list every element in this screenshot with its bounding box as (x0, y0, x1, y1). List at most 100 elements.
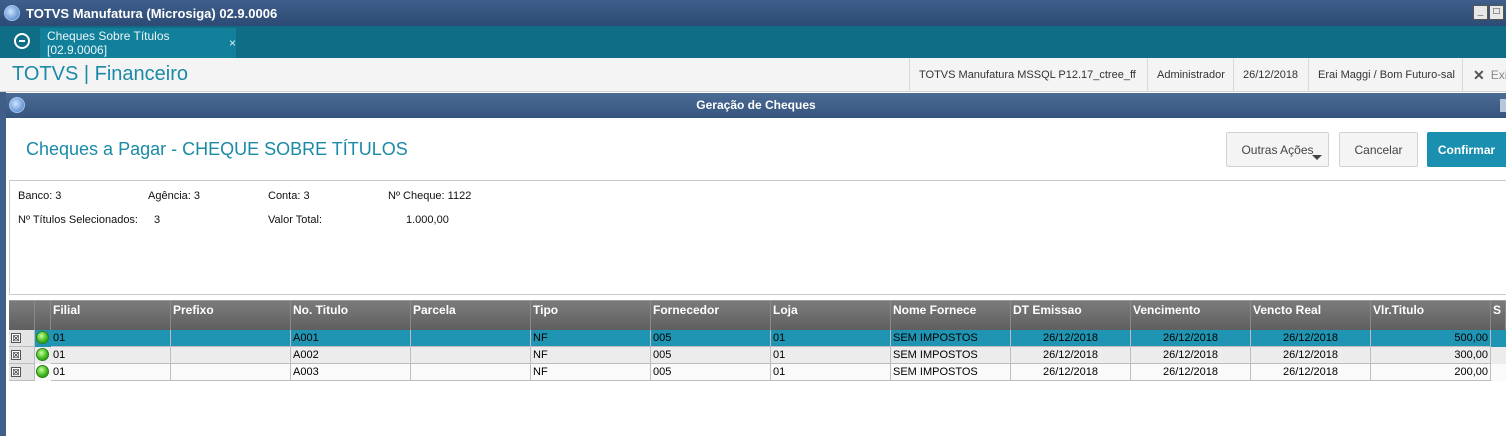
col-vlr-titulo[interactable]: Vlr.Titulo (1371, 301, 1491, 330)
company-info: Erai Maggi / Bom Futuro-sal (1308, 58, 1464, 92)
environment-info: TOTVS Manufatura MSSQL P12.17_ctree_ff (909, 58, 1145, 92)
status-green-icon (36, 365, 49, 378)
col-prefixo[interactable]: Prefixo (171, 301, 291, 330)
tab-label: Cheques Sobre Títulos [02.9.0006] (47, 29, 170, 57)
cell-loja: 01 (771, 330, 891, 347)
confirm-button[interactable]: Confirmar (1427, 132, 1506, 167)
grid-header: Filial Prefixo No. Titulo Parcela Tipo F… (9, 301, 1506, 330)
cell-filial: 01 (51, 330, 171, 347)
conta-label: Conta: 3 (268, 190, 310, 202)
user-info: Administrador (1147, 58, 1234, 92)
row-select-cell[interactable]: ⊠ (9, 347, 35, 364)
col-parcela[interactable]: Parcela (411, 301, 531, 330)
col-fornecedor[interactable]: Fornecedor (651, 301, 771, 330)
maximize-button[interactable]: □ (1489, 5, 1504, 20)
close-icon: ✕ (1473, 66, 1485, 83)
col-dt-emissao[interactable]: DT Emissao (1011, 301, 1131, 330)
cancel-button[interactable]: Cancelar (1339, 132, 1418, 167)
close-tab-icon[interactable]: × (229, 36, 236, 50)
row-checkbox[interactable]: ⊠ (11, 350, 21, 360)
table-row[interactable]: ⊠ 01 A003 NF 005 01 SEM IMPOSTOS 26/12/2… (9, 364, 1506, 381)
cell-prefixo (171, 364, 291, 381)
cell-emissao: 26/12/2018 (1011, 364, 1131, 381)
chevron-down-icon (1312, 155, 1322, 160)
status-green-icon (36, 331, 49, 344)
app-logo-icon (4, 5, 20, 21)
selected-titles-label: Nº Títulos Selecionados: (18, 214, 138, 226)
cell-filial: 01 (51, 364, 171, 381)
logout-button[interactable]: ✕ Exi (1462, 58, 1506, 92)
app-header: TOTVS | Financeiro TOTVS Manufatura MSSQ… (0, 58, 1506, 92)
col-vencto-real[interactable]: Vencto Real (1251, 301, 1371, 330)
window-title: TOTVS Manufatura (Microsiga) 02.9.0006 (26, 5, 278, 21)
cell-valor: 300,00 (1371, 347, 1491, 364)
cell-loja: 01 (771, 347, 891, 364)
cell-parcela (411, 330, 531, 347)
cell-tipo: NF (531, 364, 651, 381)
col-no-titulo[interactable]: No. Titulo (291, 301, 411, 330)
cell-prefixo (171, 347, 291, 364)
row-checkbox[interactable]: ⊠ (11, 333, 21, 343)
dialog-title: Geração de Cheques (696, 98, 816, 112)
cell-vencto-real: 26/12/2018 (1251, 364, 1371, 381)
row-select-cell[interactable]: ⊠ (9, 330, 35, 347)
cheque-number-label: Nº Cheque: 1122 (388, 190, 472, 202)
cell-emissao: 26/12/2018 (1011, 347, 1131, 364)
col-tipo[interactable]: Tipo (531, 301, 651, 330)
cell-tipo: NF (531, 347, 651, 364)
agencia-label: Agência: 3 (148, 190, 200, 202)
dialog-border (0, 92, 6, 436)
home-icon[interactable] (14, 33, 30, 49)
col-s[interactable]: S (1491, 301, 1506, 330)
other-actions-label: Outras Ações (1241, 142, 1314, 157)
col-filial[interactable]: Filial (51, 301, 171, 330)
cell-prefixo (171, 330, 291, 347)
col-vencimento[interactable]: Vencimento (1131, 301, 1251, 330)
status-green-icon (36, 348, 49, 361)
cell-nome: SEM IMPOSTOS (891, 364, 1011, 381)
row-select-cell[interactable]: ⊠ (9, 364, 35, 381)
other-actions-button[interactable]: Outras Ações (1226, 132, 1329, 167)
module-title: TOTVS | Financeiro (12, 63, 188, 85)
cell-parcela (411, 364, 531, 381)
table-row[interactable]: ⊠ 01 A001 NF 005 01 SEM IMPOSTOS 26/12/2… (9, 330, 1506, 347)
total-value-label: Valor Total: (268, 214, 323, 226)
row-checkbox[interactable]: ⊠ (11, 367, 21, 377)
total-value: 1.000,00 (406, 214, 449, 226)
page-title: Cheques a Pagar - CHEQUE SOBRE TÍTULOS (26, 139, 408, 159)
cheque-info-panel: Banco: 3 Agência: 3 Conta: 3 Nº Cheque: … (9, 180, 1506, 295)
cell-titulo: A003 (291, 364, 411, 381)
date-info: 26/12/2018 (1233, 58, 1307, 92)
cell-vencimento: 26/12/2018 (1131, 330, 1251, 347)
cell-parcela (411, 347, 531, 364)
dialog-logo-icon (9, 97, 25, 113)
cell-titulo: A002 (291, 347, 411, 364)
grid-header-select[interactable] (9, 301, 35, 330)
grid-header-status[interactable] (35, 301, 51, 330)
table-row[interactable]: ⊠ 01 A002 NF 005 01 SEM IMPOSTOS 26/12/2… (9, 347, 1506, 364)
cell-vencto-real: 26/12/2018 (1251, 347, 1371, 364)
cell-fornecedor: 005 (651, 364, 771, 381)
cell-nome: SEM IMPOSTOS (891, 330, 1011, 347)
cell-valor: 200,00 (1371, 364, 1491, 381)
window-titlebar: TOTVS Manufatura (Microsiga) 02.9.0006 _… (0, 0, 1506, 26)
tab-cheques-sobre-titulos[interactable]: Cheques Sobre Títulos [02.9.0006] × (40, 28, 236, 58)
logout-label: Exi (1490, 68, 1506, 82)
cell-vencto-real: 26/12/2018 (1251, 330, 1371, 347)
cell-loja: 01 (771, 364, 891, 381)
cell-tipo: NF (531, 330, 651, 347)
cell-nome: SEM IMPOSTOS (891, 347, 1011, 364)
cell-vencimento: 26/12/2018 (1131, 347, 1251, 364)
minimize-button[interactable]: _ (1473, 5, 1488, 20)
selected-titles-value: 3 (154, 214, 161, 226)
dialog-control[interactable] (1500, 99, 1506, 112)
cell-emissao: 26/12/2018 (1011, 330, 1131, 347)
tab-bar: Cheques Sobre Títulos [02.9.0006] × (0, 26, 1506, 58)
cell-valor: 500,00 (1371, 330, 1491, 347)
cell-filial: 01 (51, 347, 171, 364)
cell-fornecedor: 005 (651, 347, 771, 364)
banco-label: Banco: 3 (18, 190, 62, 202)
col-nome-fornece[interactable]: Nome Fornece (891, 301, 1011, 330)
cell-vencimento: 26/12/2018 (1131, 364, 1251, 381)
col-loja[interactable]: Loja (771, 301, 891, 330)
